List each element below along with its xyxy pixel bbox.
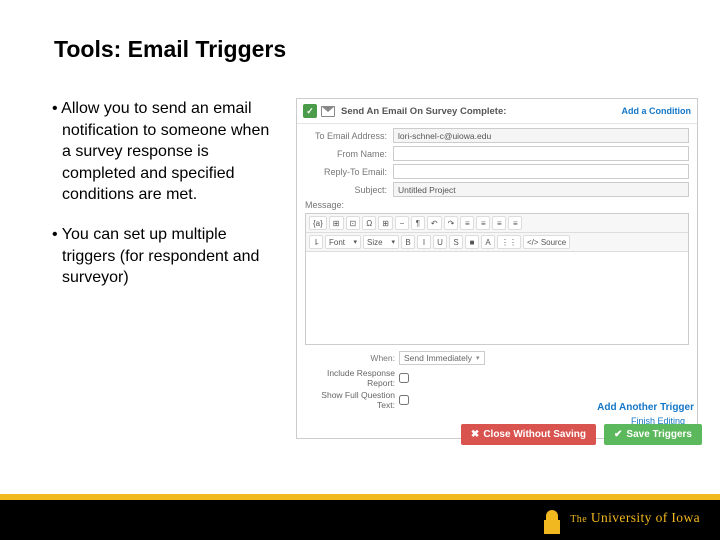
align-justify-icon[interactable]: ≡ — [508, 216, 522, 230]
from-name-label: From Name: — [305, 149, 393, 159]
dome-icon — [542, 502, 562, 534]
mail-icon — [321, 106, 335, 117]
source-button[interactable]: </> Source — [523, 235, 570, 249]
italic-button[interactable]: I — [417, 235, 431, 249]
reply-to-input[interactable] — [393, 164, 689, 179]
include-report-checkbox[interactable] — [399, 373, 409, 383]
panel-header: ✓ Send An Email On Survey Complete: Add … — [297, 99, 697, 124]
rich-text-editor: {a} ⊞ ⊡ Ω ⊞ − ¶ ↶ ↷ ≡ ≡ ≡ ≡ I̵ Font Size… — [305, 213, 689, 345]
university-name: The University of Iowa — [570, 510, 700, 526]
align-right-icon[interactable]: ≡ — [492, 216, 506, 230]
when-label: When: — [309, 353, 395, 363]
close-without-saving-button[interactable]: ✖ Close Without Saving — [461, 424, 596, 445]
footer: The University of Iowa — [0, 484, 720, 540]
add-condition-link[interactable]: Add a Condition — [622, 106, 692, 116]
add-another-trigger-link[interactable]: Add Another Trigger — [597, 402, 694, 413]
bullet-item: Allow you to send an email notification … — [40, 98, 280, 206]
message-label: Message: — [305, 200, 689, 210]
after-editor-options: When: Send Immediately Include Response … — [305, 345, 689, 430]
strike-button[interactable]: S — [449, 235, 463, 249]
action-buttons: ✖ Close Without Saving ✔ Save Triggers — [461, 424, 702, 445]
bg-color-button[interactable]: ■ — [465, 235, 479, 249]
editor-textarea[interactable] — [306, 252, 688, 344]
subject-label: Subject: — [305, 185, 393, 195]
show-full-question-checkbox[interactable] — [399, 395, 409, 405]
font-select[interactable]: Font — [325, 235, 361, 249]
list-button[interactable]: ⋮⋮ — [497, 235, 521, 249]
save-triggers-button[interactable]: ✔ Save Triggers — [604, 424, 702, 445]
to-email-input[interactable]: lori-schnel-c@uiowa.edu — [393, 128, 689, 143]
panel-heading-text: Send An Email On Survey Complete: — [341, 106, 622, 117]
image-icon[interactable]: ⊡ — [346, 216, 361, 230]
save-button-label: Save Triggers — [626, 429, 692, 440]
size-select[interactable]: Size — [363, 235, 399, 249]
close-button-label: Close Without Saving — [483, 429, 586, 440]
remove-format-icon[interactable]: I̵ — [309, 235, 323, 249]
show-full-question-label: Show Full Question Text: — [309, 390, 395, 410]
university-logo: The University of Iowa — [542, 502, 700, 534]
insert-icon[interactable]: ⊞ — [378, 216, 393, 230]
bullet-list: Allow you to send an email notification … — [40, 98, 280, 307]
check-icon: ✓ — [303, 104, 317, 118]
check-icon: ✔ — [614, 429, 622, 440]
close-icon: ✖ — [471, 429, 479, 440]
when-dropdown[interactable]: Send Immediately — [399, 351, 485, 365]
subject-input[interactable]: Untitled Project — [393, 182, 689, 197]
paragraph-icon[interactable]: ¶ — [411, 216, 425, 230]
special-char-icon[interactable]: Ω — [362, 216, 376, 230]
reply-to-label: Reply-To Email: — [305, 167, 393, 177]
align-left-icon[interactable]: ≡ — [460, 216, 474, 230]
table-icon[interactable]: ⊞ — [329, 216, 344, 230]
email-trigger-panel: ✓ Send An Email On Survey Complete: Add … — [296, 98, 698, 439]
bold-button[interactable]: B — [401, 235, 415, 249]
form-area: To Email Address: lori-schnel-c@uiowa.ed… — [297, 124, 697, 438]
undo-icon[interactable]: ↶ — [427, 216, 442, 230]
underline-button[interactable]: U — [433, 235, 447, 249]
from-name-input[interactable] — [393, 146, 689, 161]
align-center-icon[interactable]: ≡ — [476, 216, 490, 230]
bullet-item: You can set up multiple triggers (for re… — [40, 224, 280, 289]
redo-icon[interactable]: ↷ — [444, 216, 459, 230]
hr-icon[interactable]: − — [395, 216, 409, 230]
piped-text-icon[interactable]: {a} — [309, 216, 327, 230]
editor-toolbar-row1: {a} ⊞ ⊡ Ω ⊞ − ¶ ↶ ↷ ≡ ≡ ≡ ≡ — [306, 214, 688, 233]
slide-title: Tools: Email Triggers — [54, 36, 286, 63]
text-color-button[interactable]: A — [481, 235, 495, 249]
to-label: To Email Address: — [305, 131, 393, 141]
include-report-label: Include Response Report: — [309, 368, 395, 388]
editor-toolbar-row2: I̵ Font Size B I U S ■ A ⋮⋮ </> Source — [306, 233, 688, 252]
